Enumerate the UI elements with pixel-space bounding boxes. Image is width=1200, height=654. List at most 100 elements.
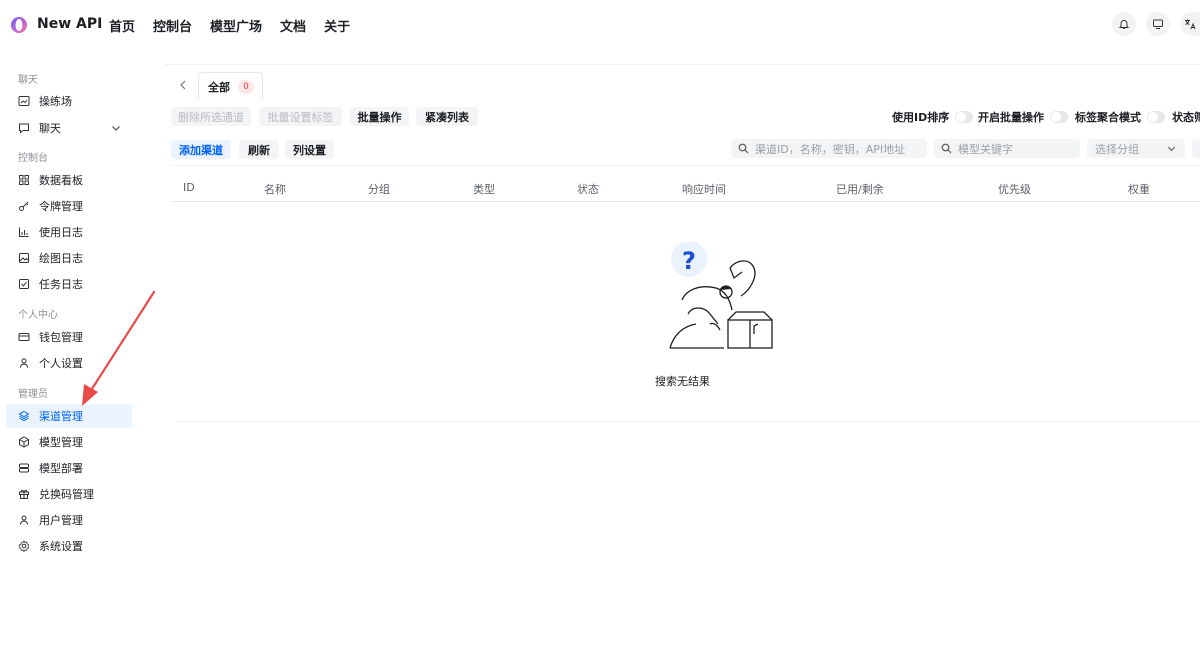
language-button[interactable]	[1180, 12, 1200, 36]
sidebar-item-users[interactable]: 用户管理	[6, 508, 132, 532]
notification-button[interactable]	[1112, 12, 1136, 36]
top-bar: New API 首页 控制台 模型广场 文档 关于	[0, 0, 1200, 50]
channel-search-input[interactable]: 渠道ID，名称，密钥，API地址	[731, 139, 927, 158]
wallet-icon	[18, 333, 30, 341]
model-search-input[interactable]: 模型关键字	[934, 139, 1080, 158]
refresh-button[interactable]: 刷新	[239, 140, 279, 159]
empty-state-text: 搜索无结果	[655, 375, 710, 388]
sidebar-item-redemption[interactable]: 兑换码管理	[6, 482, 132, 506]
column-header-name[interactable]: 名称	[264, 181, 286, 197]
compact-list-button[interactable]: 紧凑列表	[416, 107, 478, 126]
toggle-label: 标签聚合模式	[1075, 111, 1141, 124]
checkbox-icon	[19, 279, 29, 289]
batch-tag-button[interactable]: 批量设置标签	[259, 107, 342, 126]
sidebar-item-deployment[interactable]: 模型部署	[6, 456, 132, 480]
sidebar-item-label: 渠道管理	[39, 410, 83, 423]
column-header-weight[interactable]: 权重	[1128, 181, 1150, 197]
sidebar-item-settings[interactable]: 系统设置	[6, 534, 132, 558]
sidebar-item-drawing-log[interactable]: 绘图日志	[6, 246, 132, 270]
column-header-used-remaining[interactable]: 已用/剩余	[836, 181, 884, 197]
sidebar-item-channels[interactable]: 渠道管理	[6, 404, 132, 428]
sidebar-item-task-log[interactable]: 任务日志	[6, 272, 132, 296]
translate-icon	[1185, 19, 1196, 30]
sidebar-item-playground[interactable]: 操练场	[6, 89, 132, 113]
search-icon	[941, 143, 952, 154]
nav-console[interactable]: 控制台	[153, 16, 192, 35]
toggle-switch[interactable]	[1147, 111, 1165, 123]
column-header-group[interactable]: 分组	[368, 181, 390, 197]
toggle-label: 使用ID排序	[892, 111, 950, 124]
batch-mode-toggle[interactable]: 开启批量操作	[978, 109, 1068, 125]
column-header-response-time[interactable]: 响应时间	[682, 181, 726, 197]
logo-icon[interactable]	[10, 16, 28, 34]
tag-mode-toggle[interactable]: 标签聚合模式	[1075, 109, 1165, 125]
sidebar-item-label: 系统设置	[39, 540, 83, 553]
nav-home[interactable]: 首页	[109, 16, 135, 35]
chat-icon	[19, 123, 29, 134]
empty-result-illustration: ?	[669, 242, 773, 349]
delete-selected-button[interactable]: 删除所选通道	[171, 107, 251, 126]
sidebar-item-models[interactable]: 模型管理	[6, 430, 132, 454]
sidebar-item-label: 兑换码管理	[39, 488, 94, 501]
tab-label: 全部	[208, 80, 230, 94]
key-icon	[19, 201, 29, 211]
nav-about[interactable]: 关于	[324, 16, 350, 35]
sidebar-item-label: 操练场	[39, 95, 72, 108]
monitor-icon	[1153, 19, 1163, 29]
toggle-switch[interactable]	[1050, 111, 1068, 123]
column-header-priority[interactable]: 优先级	[998, 181, 1031, 197]
nav-docs[interactable]: 文档	[280, 16, 306, 35]
add-channel-button[interactable]: 添加渠道	[171, 140, 231, 159]
gift-icon	[19, 489, 29, 499]
chevron-left-icon[interactable]	[177, 78, 189, 92]
chevron-down-icon[interactable]	[110, 122, 122, 134]
sidebar: 聊天 操练场 聊天 控制台 数据看板 令牌管理 使用日志 绘图日志 任务日志 个…	[0, 62, 160, 654]
toggle-label: 状态筛	[1172, 111, 1200, 124]
search-placeholder: 模型关键字	[958, 142, 1013, 156]
divider	[171, 165, 1200, 166]
sidebar-item-usage-log[interactable]: 使用日志	[6, 220, 132, 244]
cube-icon	[19, 436, 29, 448]
sidebar-item-label: 个人设置	[39, 357, 83, 370]
column-header-status[interactable]: 状态	[577, 181, 599, 197]
batch-operations-button[interactable]: 批量操作	[350, 107, 409, 126]
user-icon	[20, 358, 28, 368]
status-filter-toggle[interactable]: 状态筛	[1172, 109, 1200, 125]
bar-chart-icon	[19, 227, 29, 237]
column-header-id[interactable]: ID	[183, 181, 195, 194]
count-badge: 0	[238, 79, 254, 94]
group-select[interactable]: 选择分组	[1087, 139, 1185, 158]
sidebar-item-label: 令牌管理	[39, 200, 83, 213]
brand-name[interactable]: New API	[37, 16, 102, 32]
sidebar-item-label: 使用日志	[39, 226, 83, 239]
server-icon	[19, 463, 29, 473]
toggle-label: 开启批量操作	[978, 111, 1044, 124]
sidebar-item-tokens[interactable]: 令牌管理	[6, 194, 132, 218]
divider	[171, 201, 1200, 202]
sidebar-section-title: 聊天	[18, 75, 38, 86]
sort-by-id-toggle[interactable]: 使用ID排序	[892, 109, 974, 125]
column-header-type[interactable]: 类型	[473, 181, 495, 197]
top-nav: 首页 控制台 模型广场 文档 关于	[109, 16, 368, 35]
layers-icon	[18, 410, 30, 422]
search-placeholder: 渠道ID，名称，密钥，API地址	[755, 142, 906, 156]
toggle-switch[interactable]	[955, 111, 974, 123]
theme-button[interactable]	[1146, 12, 1170, 36]
sidebar-item-chat[interactable]: 聊天	[6, 116, 132, 140]
tab-all[interactable]: 全部 0	[198, 72, 263, 100]
nav-model-square[interactable]: 模型广场	[210, 16, 262, 35]
column-settings-button[interactable]: 列设置	[285, 140, 334, 159]
sidebar-item-label: 任务日志	[39, 278, 83, 291]
playground-icon	[18, 96, 30, 106]
svg-text:?: ?	[682, 247, 696, 275]
sidebar-item-wallet[interactable]: 钱包管理	[6, 325, 132, 349]
gear-icon	[18, 540, 30, 552]
sidebar-item-profile[interactable]: 个人设置	[6, 351, 132, 375]
sidebar-item-dashboard[interactable]: 数据看板	[6, 168, 132, 192]
dashboard-icon	[19, 175, 29, 185]
top-icons	[1112, 12, 1200, 36]
sidebar-item-label: 模型管理	[39, 436, 83, 449]
sidebar-item-label: 绘图日志	[39, 252, 83, 265]
extra-filter[interactable]	[1192, 139, 1200, 158]
divider	[165, 64, 1200, 65]
